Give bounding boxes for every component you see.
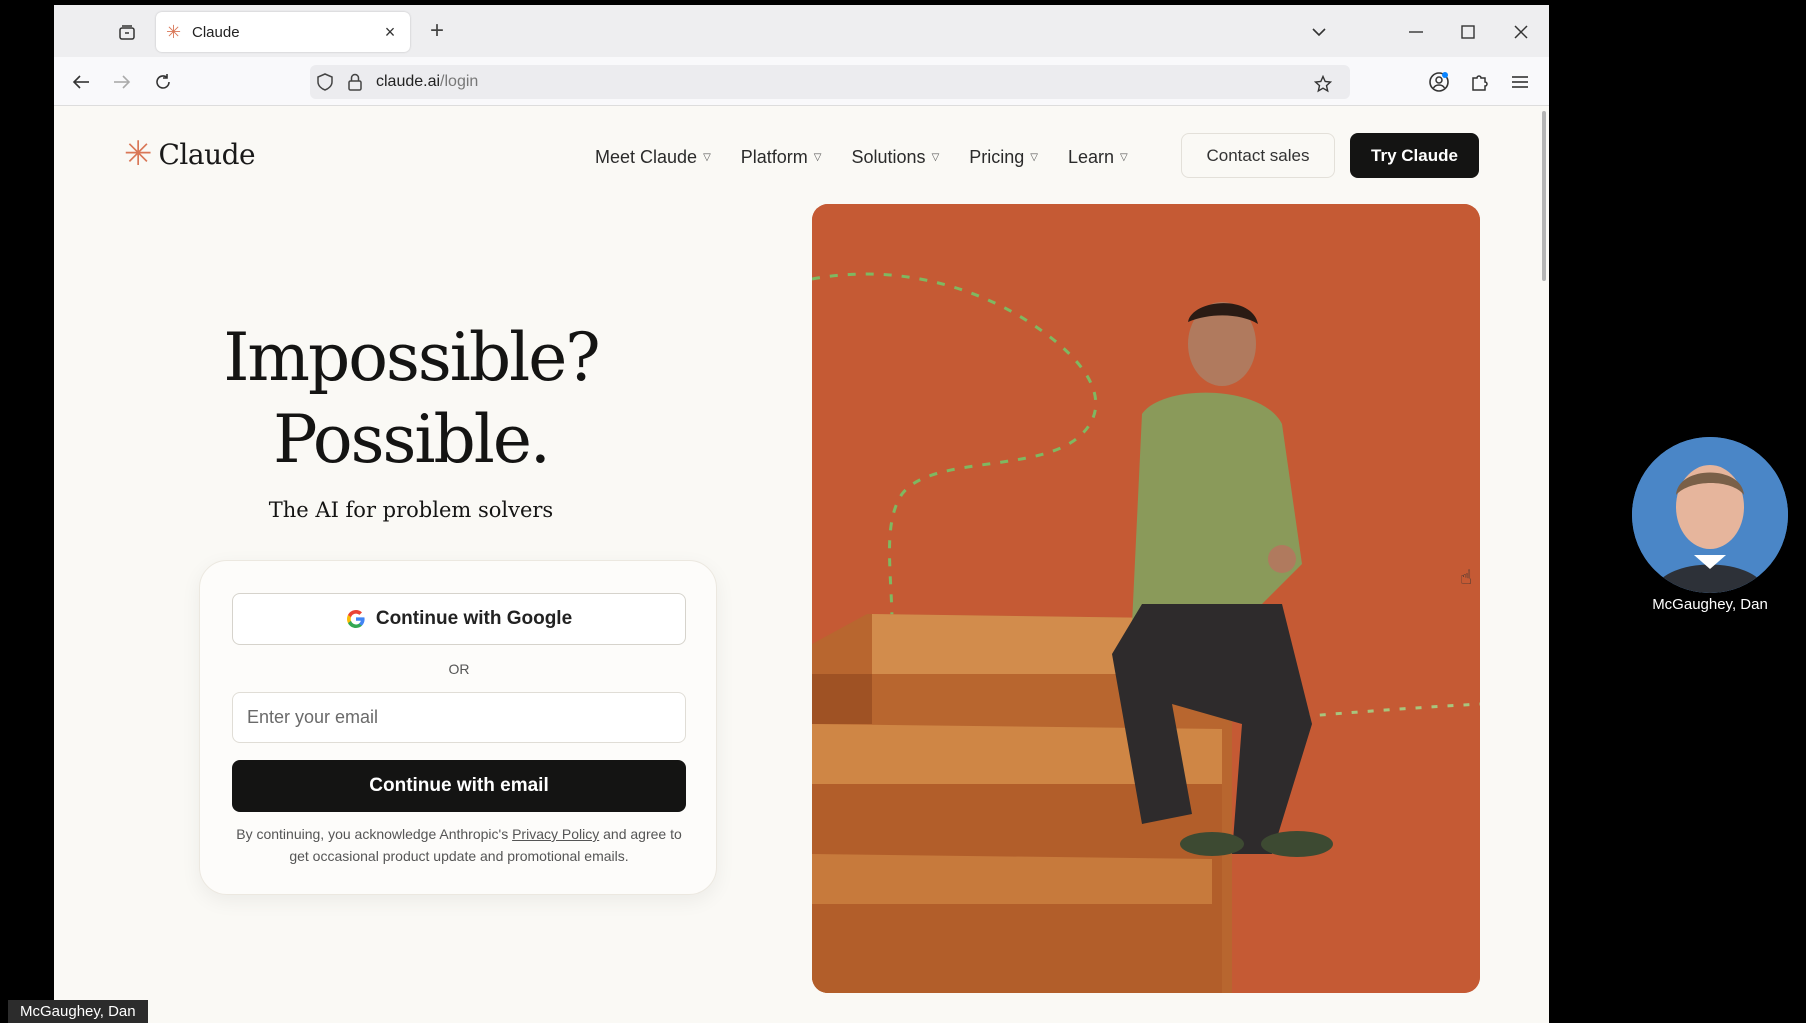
browser-tab[interactable]: ✳ Claude × [156, 12, 410, 52]
url-text: claude.ai/login [376, 73, 478, 91]
shield-icon[interactable] [310, 67, 340, 97]
claude-spark-icon: ✳ [124, 135, 153, 173]
email-input[interactable] [232, 692, 686, 743]
claude-logo[interactable]: ✳ Claude [124, 135, 256, 173]
nav-item-meet-claude[interactable]: Meet Claude ▽ [595, 147, 711, 168]
chevron-down-icon[interactable] [1304, 17, 1334, 47]
lock-icon[interactable] [340, 67, 370, 97]
try-claude-button[interactable]: Try Claude [1350, 133, 1479, 178]
address-bar[interactable]: claude.ai/login [310, 65, 1350, 99]
chevron-down-icon: ▽ [703, 152, 711, 163]
self-view-name-label: McGaughey, Dan [8, 1000, 148, 1023]
extensions-icon[interactable] [1464, 67, 1494, 97]
page-scrollbar[interactable] [1542, 111, 1546, 281]
nav-label: Meet Claude [595, 147, 698, 167]
maximize-icon[interactable] [1453, 17, 1483, 47]
contact-sales-button[interactable]: Contact sales [1181, 133, 1335, 178]
minimize-icon[interactable] [1401, 17, 1431, 47]
browser-window: ✳ Claude × + claude.ai/login ✳ Claude Me… [54, 5, 1549, 1023]
continue-with-google-button[interactable]: Continue with Google [232, 593, 686, 645]
tab-bar: ✳ Claude × + [54, 5, 1549, 57]
chevron-down-icon: ▽ [1030, 152, 1038, 163]
login-card: Continue with Google OR Continue with em… [199, 560, 717, 895]
url-path: /login [440, 73, 479, 90]
chevron-down-icon: ▽ [931, 152, 940, 163]
nav-item-platform[interactable]: Platform ▽ [741, 147, 822, 168]
legal-prefix: By continuing, you acknowledge Anthropic… [236, 826, 509, 842]
account-icon[interactable] [1424, 67, 1454, 97]
nav-item-pricing[interactable]: Pricing ▽ [969, 147, 1038, 168]
nav-label: Solutions [851, 147, 926, 167]
hero-headline: Impossible? Possible. [184, 317, 638, 481]
google-icon [346, 610, 365, 628]
browser-toolbar: claude.ai/login [54, 57, 1549, 106]
nav-label: Learn [1068, 147, 1115, 167]
nav-label: Pricing [969, 147, 1025, 167]
new-tab-icon[interactable]: + [424, 19, 450, 45]
nav-label: Platform [740, 147, 808, 167]
reload-icon[interactable] [148, 67, 178, 97]
continue-with-email-button[interactable]: Continue with email [232, 760, 686, 812]
tab-title: Claude [192, 23, 240, 41]
tab-list-icon[interactable] [112, 18, 142, 48]
participant-avatar [1632, 437, 1788, 593]
close-tab-icon[interactable]: × [380, 22, 400, 42]
screen: ✳ Claude × + claude.ai/login ✳ Claude Me… [0, 0, 1806, 1023]
participant-photo [1632, 437, 1788, 593]
privacy-policy-link[interactable]: Privacy Policy [512, 826, 599, 842]
chevron-down-icon: ▽ [813, 152, 822, 163]
claude-favicon-icon: ✳ [166, 22, 182, 42]
forward-icon[interactable] [107, 67, 137, 97]
or-divider: OR [448, 661, 470, 677]
close-window-icon[interactable] [1506, 17, 1536, 47]
logo-text: Claude [158, 137, 256, 171]
participant-name: McGaughey, Dan [1652, 596, 1768, 613]
hand-cursor-icon: ☝ [1460, 567, 1473, 589]
back-icon[interactable] [66, 67, 96, 97]
page-content: ✳ Claude Meet Claude ▽ Platform ▽ Solution… [54, 107, 1549, 1023]
bookmark-star-icon[interactable] [1308, 69, 1338, 99]
menu-icon[interactable] [1505, 67, 1535, 97]
main-nav: Meet Claude ▽ Platform ▽ Solutions ▽ Pricin… [595, 147, 1128, 168]
google-button-label: Continue with Google [375, 608, 573, 629]
chevron-down-icon: ▽ [1120, 152, 1128, 163]
hero-subhead: The AI for problem solvers [268, 498, 554, 522]
nav-item-learn[interactable]: Learn ▽ [1068, 147, 1128, 168]
headline-line-2: Possible. [273, 401, 551, 478]
url-host: claude.ai [376, 73, 441, 90]
headline-line-1: Impossible? [223, 319, 600, 396]
hero-image [812, 204, 1480, 993]
nav-item-solutions[interactable]: Solutions ▽ [852, 147, 940, 168]
legal-text: By continuing, you acknowledge Anthropic… [228, 823, 690, 867]
hero-illustration [812, 204, 1480, 993]
